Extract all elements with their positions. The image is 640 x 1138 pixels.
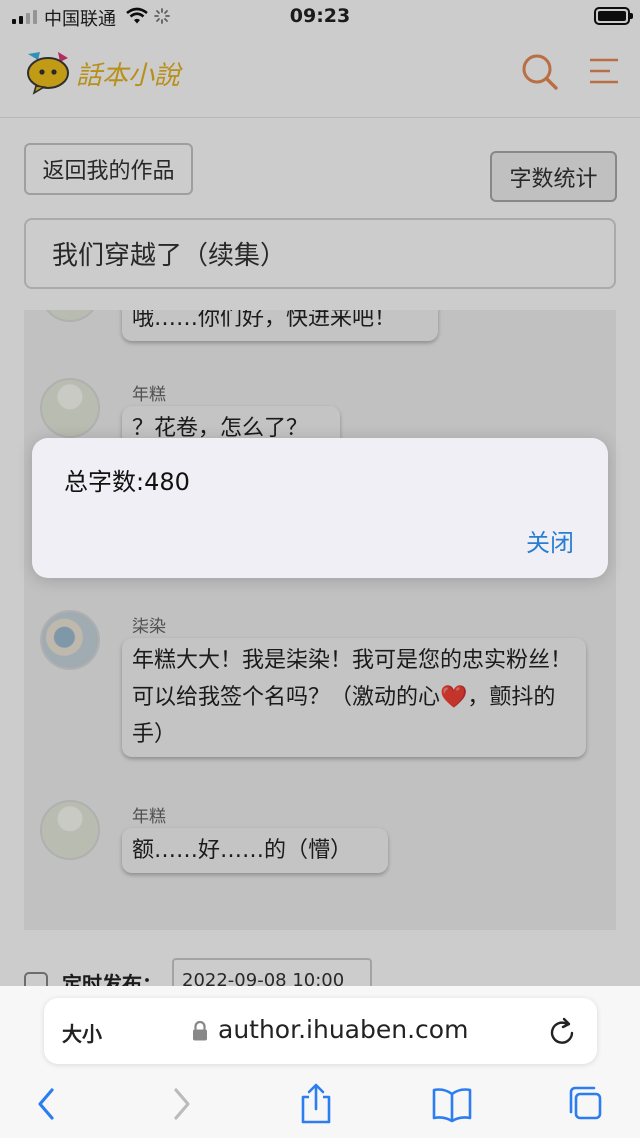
dialog-message: 总字数:480 bbox=[64, 468, 190, 496]
lock-icon bbox=[193, 1020, 207, 1041]
word-count-dialog: 总字数:480 关闭 bbox=[32, 438, 608, 578]
dialog-close-button[interactable]: 关闭 bbox=[526, 523, 574, 558]
bookmarks-icon[interactable] bbox=[430, 1082, 474, 1126]
reload-icon[interactable] bbox=[549, 1016, 577, 1046]
url-text: author.ihuaben.com bbox=[218, 1015, 469, 1044]
address-bar[interactable]: 大小 author.ihuaben.com bbox=[44, 998, 597, 1064]
tabs-icon[interactable] bbox=[566, 1082, 606, 1126]
forward-icon[interactable] bbox=[168, 1082, 196, 1126]
share-icon[interactable] bbox=[298, 1082, 334, 1126]
back-icon[interactable] bbox=[32, 1082, 60, 1126]
text-size-button[interactable]: 大小 bbox=[62, 1018, 102, 1047]
